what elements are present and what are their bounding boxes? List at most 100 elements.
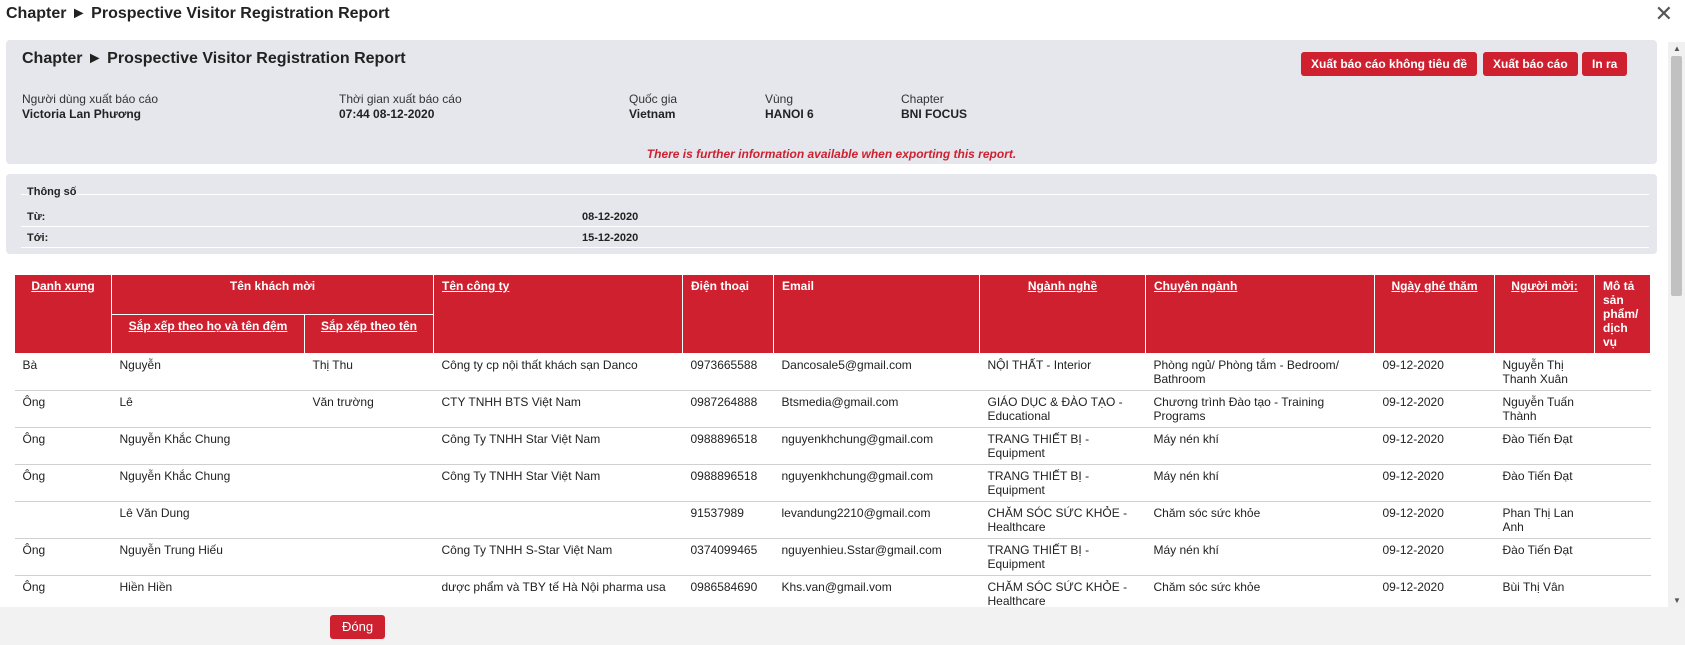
print-button[interactable]: In ra	[1582, 52, 1628, 76]
cell-company: Công Ty TNHH S-Star Việt Nam	[433, 538, 683, 576]
export-no-title-button[interactable]: Xuất báo cáo không tiêu đề	[1301, 52, 1478, 76]
sort-by-surname-link[interactable]: Sắp xếp theo họ và tên đệm	[111, 313, 305, 354]
header-industry[interactable]: Ngành nghề	[979, 274, 1146, 354]
cell-salutation: Ông	[14, 427, 112, 465]
cell-specialty: Chăm sóc sức khỏe	[1145, 501, 1375, 539]
cell-description	[1594, 575, 1651, 607]
cell-visit-date: 09-12-2020	[1374, 464, 1495, 502]
meta-region-value: HANOI 6	[765, 107, 814, 121]
cell-name	[304, 427, 434, 465]
cell-specialty: Chương trình Đào tạo - Training Programs	[1145, 390, 1375, 428]
meta-time: Thời gian xuất báo cáo 07:44 08-12-2020	[339, 92, 462, 121]
meta-user-label: Người dùng xuất báo cáo	[22, 92, 158, 106]
header-salutation[interactable]: Danh xưng	[14, 274, 112, 354]
cell-specialty: Máy nén khí	[1145, 464, 1375, 502]
report-header-panel: Chapter ► Prospective Visitor Registrati…	[6, 40, 1657, 164]
cell-surname: Nguyễn Khắc Chung	[111, 464, 305, 502]
cell-industry: TRANG THIẾT BỊ - Equipment	[979, 427, 1146, 465]
cell-salutation: Ông	[14, 575, 112, 607]
cell-description	[1594, 501, 1651, 539]
cell-industry: CHĂM SÓC SỨC KHỎE - Healthcare	[979, 575, 1146, 607]
cell-visit-date: 09-12-2020	[1374, 427, 1495, 465]
cell-phone: 0986584690	[682, 575, 774, 607]
vertical-scrollbar[interactable]: ▲ ▼	[1668, 42, 1685, 607]
cell-phone: 91537989	[682, 501, 774, 539]
header-visit-date[interactable]: Ngày ghé thăm	[1374, 274, 1495, 354]
cell-inviter: Bùi Thị Vân	[1494, 575, 1595, 607]
meta-time-label: Thời gian xuất báo cáo	[339, 92, 462, 106]
cell-specialty: Máy nén khí	[1145, 538, 1375, 576]
report-content[interactable]: Chapter ► Prospective Visitor Registrati…	[0, 30, 1668, 607]
cell-phone: 0988896518	[682, 464, 774, 502]
cell-name	[304, 464, 434, 502]
cell-inviter: Đào Tiến Đạt	[1494, 538, 1595, 576]
header-email: Email	[773, 274, 980, 354]
params-to-label: Tới:	[27, 232, 49, 244]
cell-industry: CHĂM SÓC SỨC KHỎE - Healthcare	[979, 501, 1146, 539]
cell-company: Công Ty TNHH Star Việt Nam	[433, 427, 683, 465]
cell-phone: 0987264888	[682, 390, 774, 428]
header-inviter[interactable]: Người mời:	[1494, 274, 1595, 354]
scroll-down-icon[interactable]: ▼	[1673, 596, 1681, 605]
meta-chapter: Chapter BNI FOCUS	[901, 92, 967, 121]
cell-email: Khs.van@gmail.vom	[773, 575, 980, 607]
meta-user: Người dùng xuất báo cáo Victoria Lan Phư…	[22, 92, 158, 121]
cell-industry: TRANG THIẾT BỊ - Equipment	[979, 464, 1146, 502]
cell-surname: Nguyễn Trung Hiếu	[111, 538, 305, 576]
cell-salutation: Ông	[14, 390, 112, 428]
cell-inviter: Phan Thị Lan Anh	[1494, 501, 1595, 539]
cell-specialty: Máy nén khí	[1145, 427, 1375, 465]
cell-description	[1594, 427, 1651, 465]
cell-company: dược phẩm và TBY tế Hà Nội pharma usa	[433, 575, 683, 607]
meta-chapter-value: BNI FOCUS	[901, 107, 967, 121]
header-specialty[interactable]: Chuyên ngành	[1145, 274, 1375, 354]
close-icon[interactable]: ✕	[1655, 2, 1673, 26]
meta-chapter-label: Chapter	[901, 92, 944, 106]
cell-visit-date: 09-12-2020	[1374, 538, 1495, 576]
table-row: Ông Nguyễn Trung Hiếu Công Ty TNHH S-Star …	[14, 538, 1651, 576]
table-row: Lê Văn Dung 91537989 levandung2210@gmail.c…	[14, 501, 1651, 539]
table-row: Ông Lê Văn trường CTY TNHH BTS Việt Nam 0987…	[14, 390, 1651, 428]
cell-phone: 0374099465	[682, 538, 774, 576]
cell-salutation: Ông	[14, 464, 112, 502]
scroll-up-icon[interactable]: ▲	[1673, 44, 1681, 53]
params-heading-row: Thông số	[21, 174, 1649, 198]
cell-surname: Nguyễn Khắc Chung	[111, 427, 305, 465]
cell-inviter: Nguyễn Tuấn Thành	[1494, 390, 1595, 428]
dialog-footer: Đóng	[0, 607, 1685, 645]
cell-surname: Nguyễn	[111, 353, 305, 391]
report-title: Chapter ► Prospective Visitor Registrati…	[22, 50, 406, 67]
params-from-label: Từ:	[27, 211, 46, 223]
header-guest-name: Tên khách mời	[111, 274, 434, 315]
header-description: Mô tả sản phẩm/ dịch vụ	[1594, 274, 1651, 354]
sort-by-name-link[interactable]: Sắp xếp theo tên	[304, 313, 434, 354]
dialog-header: Chapter ► Prospective Visitor Registrati…	[0, 0, 1685, 30]
table-row: Bà Nguyễn Thị Thu Công ty cp nội thất khách…	[14, 353, 1651, 391]
cell-name	[304, 538, 434, 576]
cell-name	[304, 501, 434, 539]
close-button[interactable]: Đóng	[330, 615, 386, 639]
cell-name: Thị Thu	[304, 353, 434, 391]
cell-inviter: Nguyễn Thị Thanh Xuân	[1494, 353, 1595, 391]
cell-email: levandung2210@gmail.com	[773, 501, 980, 539]
cell-specialty: Phòng ngủ/ Phòng tắm - Bedroom/ Bathroom	[1145, 353, 1375, 391]
table-row: Ông Nguyễn Khắc Chung Công Ty TNHH Star Vi…	[14, 464, 1651, 502]
cell-visit-date: 09-12-2020	[1374, 575, 1495, 607]
cell-description	[1594, 353, 1651, 391]
export-notice: There is further information available w…	[646, 147, 1017, 161]
cell-inviter: Đào Tiến Đạt	[1494, 464, 1595, 502]
cell-visit-date: 09-12-2020	[1374, 353, 1495, 391]
cell-name	[304, 575, 434, 607]
parameters-panel: Thông số Từ: 08-12-2020 Tới: 15-12-2020	[6, 174, 1657, 254]
cell-phone: 0973665588	[682, 353, 774, 391]
header-company[interactable]: Tên công ty	[433, 274, 683, 354]
cell-company: Công ty cp nội thất khách sạn Danco	[433, 353, 683, 391]
table-row: Ông Nguyễn Khắc Chung Công Ty TNHH Star Vi…	[14, 427, 1651, 465]
cell-description	[1594, 464, 1651, 502]
export-button[interactable]: Xuất báo cáo	[1483, 52, 1578, 76]
cell-company: CTY TNHH BTS Việt Nam	[433, 390, 683, 428]
cell-email: Btsmedia@gmail.com	[773, 390, 980, 428]
params-from-row: Từ: 08-12-2020	[21, 206, 1649, 227]
scrollbar-thumb[interactable]	[1671, 56, 1682, 296]
cell-description	[1594, 538, 1651, 576]
